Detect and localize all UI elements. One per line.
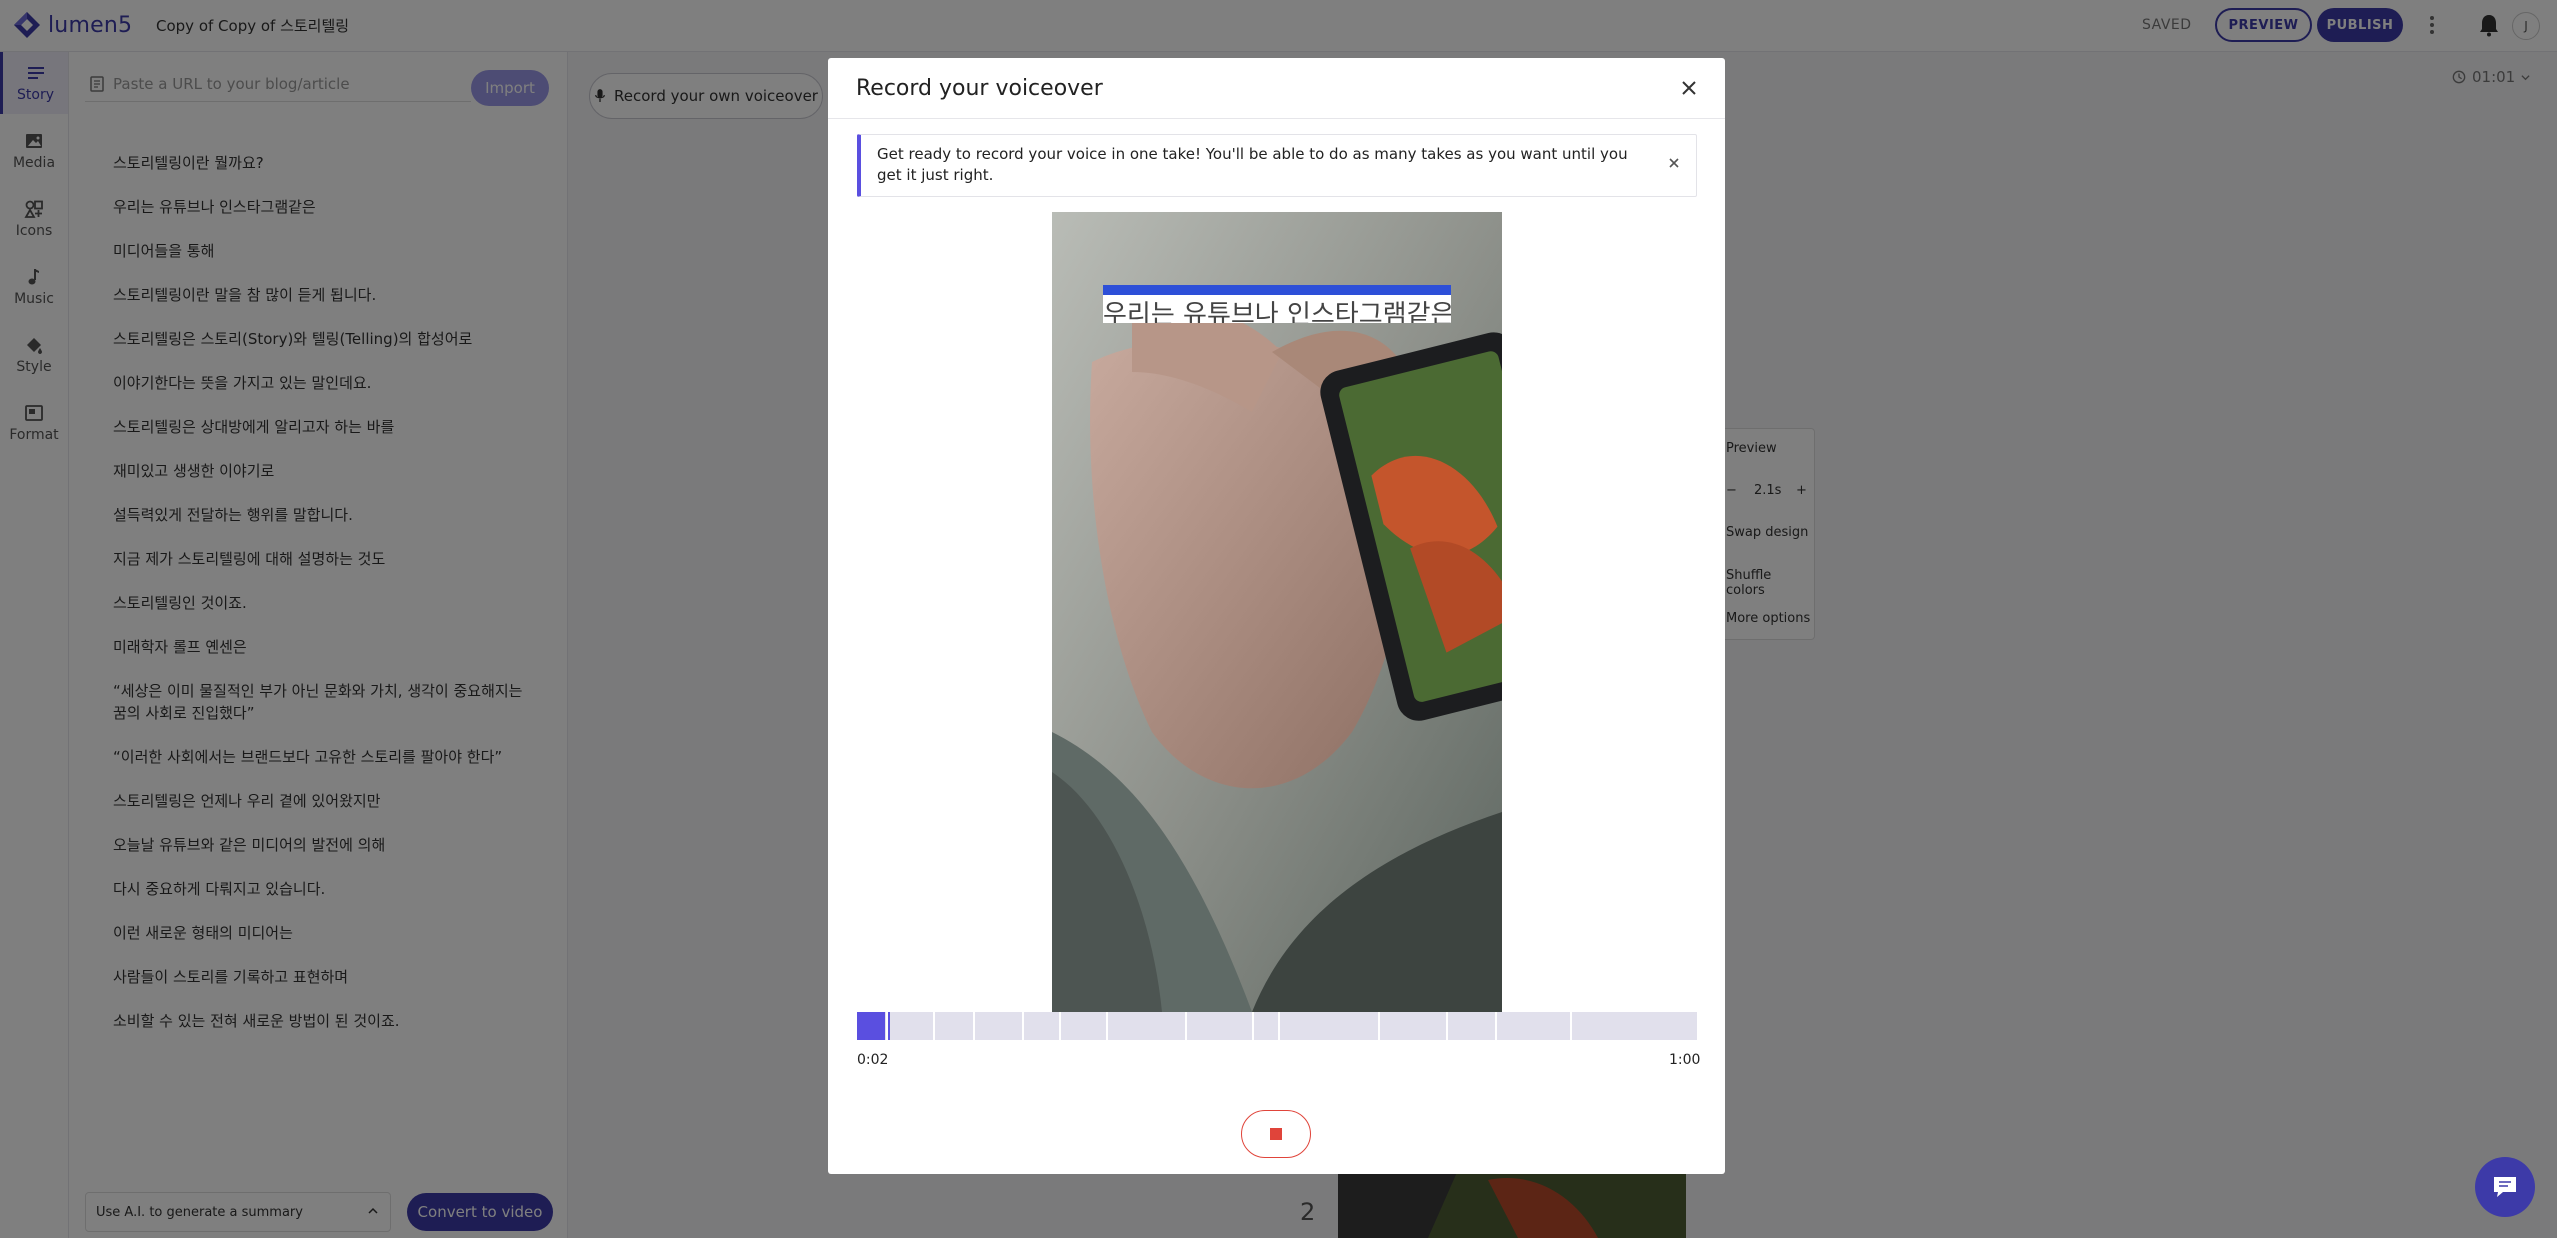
close-icon[interactable] [1676,75,1702,101]
timeline-segment-break [1378,1012,1380,1040]
stop-recording-button[interactable] [1241,1110,1311,1158]
caption-text: 우리는 유튜브나 인스타그램같은 [1103,295,1451,323]
record-notice: Get ready to record your voice in one ta… [857,134,1697,197]
notice-close-icon[interactable] [1666,155,1682,171]
notice-text: Get ready to record your voice in one ta… [877,145,1628,184]
voiceover-modal: Record your voiceover Get ready to recor… [828,58,1725,1174]
total-time: 1:00 [1669,1052,1701,1068]
timeline-segment-break [1059,1012,1061,1040]
recording-timeline[interactable] [857,1012,1697,1040]
modal-title: Record your voiceover [856,76,1103,101]
timeline-segment-break [1185,1012,1187,1040]
timeline-segment-break [1278,1012,1280,1040]
timeline-segment-break [973,1012,975,1040]
timeline-segment-break [1106,1012,1108,1040]
caption-highlight-bar [1103,285,1451,295]
elapsed-time: 0:02 [857,1052,889,1068]
recording-progress [857,1012,885,1040]
timeline-segment-break [1495,1012,1497,1040]
chat-support-button[interactable] [2475,1157,2535,1217]
timeline-segment-break [1446,1012,1448,1040]
timeline-segment-break [1570,1012,1572,1040]
modal-divider [828,118,1725,119]
video-preview: 우리는 유튜브나 인스타그램같은 [1052,212,1502,1012]
timeline-segment-break [933,1012,935,1040]
timeline-segment-break [1022,1012,1024,1040]
video-frame [1052,212,1502,1012]
timeline-segment-break [886,1012,888,1040]
chat-bubble-icon [2494,1177,2516,1197]
timeline-segment-break [1252,1012,1254,1040]
stop-icon [1270,1128,1282,1140]
